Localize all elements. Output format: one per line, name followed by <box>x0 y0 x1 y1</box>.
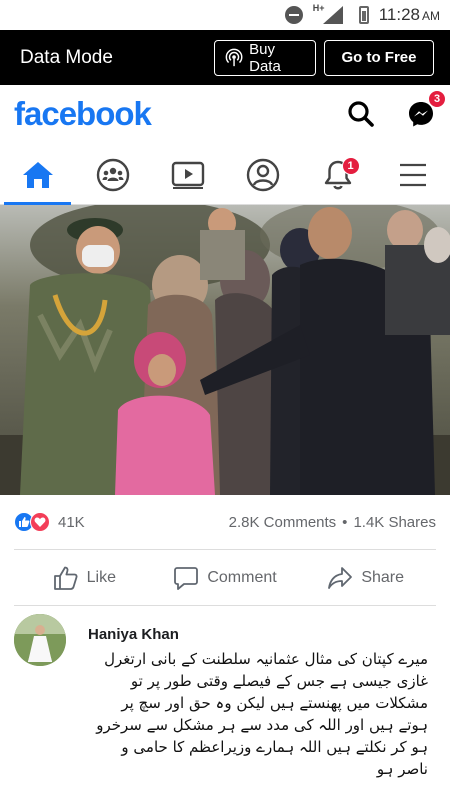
comment-icon <box>174 567 199 590</box>
messenger-button[interactable]: 3 <box>406 90 446 129</box>
tab-notifications[interactable]: 1 <box>300 145 375 204</box>
reactions-summary[interactable]: 41K 2.8K Comments • 1.4K Shares <box>14 505 436 539</box>
comment-text: میرے کپتان کی مثال عثمانیہ سلطنت کے بانی… <box>96 650 428 778</box>
facebook-logo[interactable]: facebook <box>14 95 316 133</box>
love-reaction-icon <box>30 512 50 532</box>
status-bar: H+ 11:28 AM <box>0 0 450 30</box>
clock-time: 11:28 <box>378 5 420 24</box>
battery-icon <box>358 6 369 24</box>
profile-icon <box>246 158 279 191</box>
tab-groups[interactable] <box>75 145 150 204</box>
tab-profile[interactable] <box>225 145 300 204</box>
hamburger-menu-icon <box>399 163 426 186</box>
comments-count[interactable]: 2.8K Comments <box>229 514 337 531</box>
share-label: Share <box>361 569 405 586</box>
search-button[interactable] <box>346 99 376 129</box>
home-icon <box>22 161 53 188</box>
tab-watch[interactable] <box>150 145 225 204</box>
buy-data-label: Buy Data <box>249 40 281 75</box>
tab-menu[interactable] <box>375 145 450 204</box>
like-button[interactable]: Like <box>14 555 155 601</box>
separator-dot: • <box>342 513 348 531</box>
divider <box>14 549 436 550</box>
tab-bar: 1 <box>0 145 450 205</box>
groups-icon <box>96 158 129 191</box>
avatar-image <box>14 614 66 666</box>
app-header: facebook 3 <box>0 85 450 143</box>
like-label: Like <box>86 569 117 586</box>
avatar[interactable] <box>14 614 66 666</box>
do-not-disturb-icon <box>284 6 303 24</box>
tab-home[interactable] <box>0 145 75 205</box>
data-mode-title: Data Mode <box>20 46 113 68</box>
comment-button[interactable]: Comment <box>155 555 296 601</box>
post-photo-image <box>0 205 450 495</box>
video-icon <box>171 161 204 189</box>
clock-ampm: AM <box>422 9 440 23</box>
go-to-free-label: Go to Free <box>341 49 417 66</box>
reaction-count: 41K <box>58 513 85 531</box>
go-to-free-button[interactable]: Go to Free <box>324 39 434 76</box>
shares-count[interactable]: 1.4K Shares <box>353 514 436 531</box>
post-actions: Like Comment Share <box>14 555 436 601</box>
comment-author[interactable]: Haniya Khan <box>88 626 179 643</box>
buy-data-button[interactable]: Buy Data <box>214 39 316 76</box>
data-mode-bar: Data Mode Buy Data Go to Free <box>0 30 450 85</box>
post-photo[interactable] <box>0 205 450 495</box>
thumbs-up-icon <box>53 566 78 590</box>
wireless-signal-icon <box>225 48 243 66</box>
comment-label: Comment <box>207 569 277 586</box>
reaction-icons <box>14 512 50 532</box>
cellular-signal-icon: H+ <box>313 3 343 26</box>
divider <box>14 605 436 606</box>
messenger-badge: 3 <box>428 90 446 108</box>
search-icon <box>348 101 374 127</box>
notifications-badge: 1 <box>341 157 360 175</box>
share-icon <box>328 567 353 589</box>
share-button[interactable]: Share <box>295 555 436 601</box>
